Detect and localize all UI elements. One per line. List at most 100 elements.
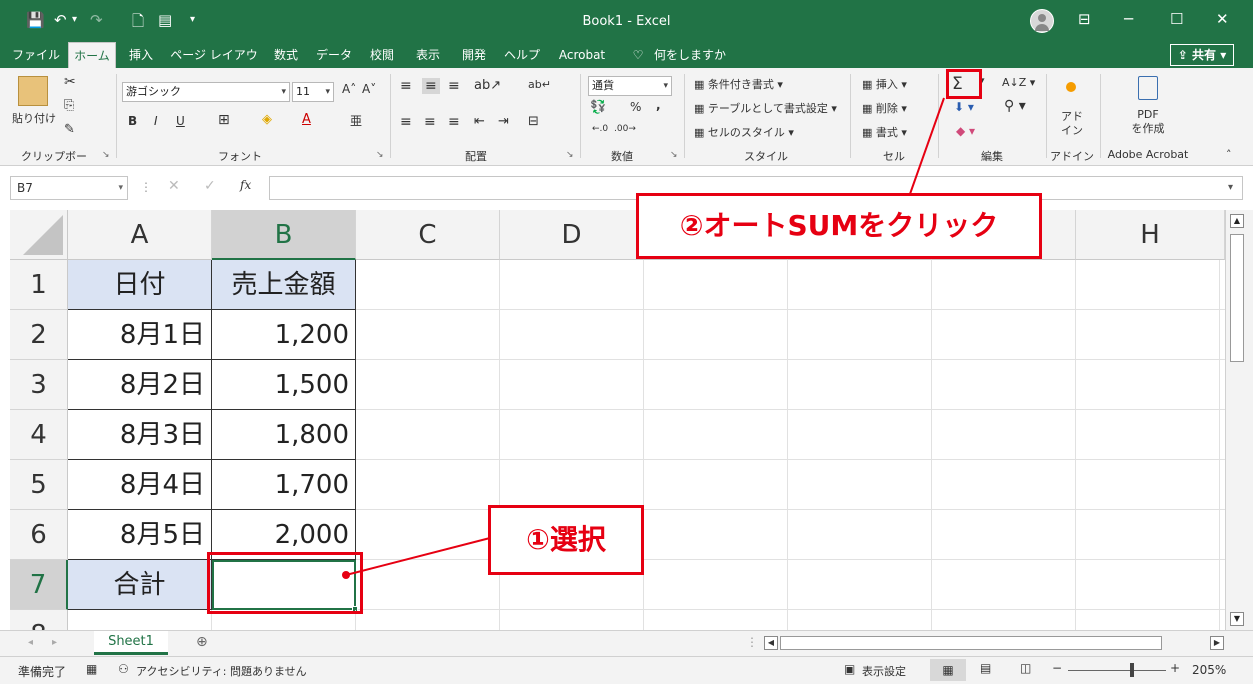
normal-view-icon[interactable]: ▦	[930, 659, 966, 681]
zoom-slider-thumb[interactable]	[1130, 663, 1134, 677]
paste-button[interactable]: 貼り付け	[12, 110, 56, 126]
tab-page-layout[interactable]: ページ レイアウト	[168, 42, 260, 88]
format-cells-button[interactable]: ▦ 書式 ▾	[862, 124, 907, 140]
tab-file[interactable]: ファイル	[10, 42, 62, 68]
paste-icon[interactable]	[18, 76, 48, 106]
cell-b1[interactable]: 売上金額	[212, 260, 356, 310]
insert-cells-button[interactable]: ▦ 挿入 ▾	[862, 76, 907, 92]
zoom-in-icon[interactable]: +	[1170, 661, 1180, 675]
align-bottom-icon[interactable]: ≡	[448, 78, 460, 94]
empty-cells[interactable]	[356, 260, 1225, 630]
row-header-3[interactable]: 3	[10, 360, 68, 410]
format-painter-icon[interactable]: ✎	[64, 122, 75, 137]
tab-data[interactable]: データ	[312, 42, 356, 68]
align-center-icon[interactable]: ≡	[424, 114, 436, 130]
comma-button[interactable]: ,	[656, 98, 661, 112]
row-header-6[interactable]: 6	[10, 510, 68, 560]
collapse-ribbon-icon[interactable]: ˄	[1226, 148, 1232, 161]
horizontal-scroll-thumb[interactable]	[780, 636, 1162, 650]
increase-decimal-icon[interactable]: ←.0	[592, 124, 608, 134]
page-break-view-icon[interactable]: ◫	[1020, 661, 1031, 675]
align-middle-icon[interactable]: ≡	[422, 78, 440, 94]
vertical-scroll-thumb[interactable]	[1230, 234, 1244, 362]
accessibility-status[interactable]: アクセシビリティ: 問題ありません	[136, 663, 307, 679]
accessibility-icon[interactable]: ⚇	[118, 662, 129, 676]
clear-icon[interactable]: ◆ ▾	[956, 124, 975, 138]
vertical-scrollbar[interactable]: ▲ ▼	[1225, 210, 1253, 630]
column-header-c[interactable]: C	[356, 210, 500, 260]
zoom-slider[interactable]	[1068, 670, 1166, 671]
sheet-tab-sheet1[interactable]: Sheet1	[94, 631, 168, 655]
sort-filter-icon[interactable]: A↓Z ▾	[1002, 76, 1035, 89]
zoom-level[interactable]: 205%	[1192, 663, 1226, 677]
number-format-select[interactable]: 通貨 ▾	[588, 76, 672, 96]
new-sheet-icon[interactable]: ⊕	[196, 634, 208, 650]
cell-a6[interactable]: 8月5日	[68, 510, 212, 560]
phonetic-icon[interactable]: 亜	[350, 112, 362, 129]
next-sheet-icon[interactable]: ▸	[52, 637, 57, 648]
ribbon-display-icon[interactable]: ⊟	[1078, 10, 1091, 28]
row-header-5[interactable]: 5	[10, 460, 68, 510]
cell-b4[interactable]: 1,800	[212, 410, 356, 460]
macro-record-icon[interactable]: ▦	[86, 662, 97, 676]
addins-button[interactable]: アド イン	[1058, 110, 1086, 138]
accounting-format-icon[interactable]: 💱	[590, 100, 606, 115]
font-size-select[interactable]: 11 ▾	[292, 82, 334, 102]
underline-button[interactable]: U	[176, 114, 185, 128]
tab-home[interactable]: ホーム	[68, 42, 116, 68]
select-all-corner[interactable]	[10, 210, 68, 260]
row-header-1[interactable]: 1	[10, 260, 68, 310]
cut-icon[interactable]: ✂	[64, 74, 76, 90]
font-launcher-icon[interactable]: ↘	[376, 150, 384, 160]
cell-a8[interactable]	[68, 610, 212, 630]
align-left-icon[interactable]: ≡	[400, 114, 412, 130]
cell-a3[interactable]: 8月2日	[68, 360, 212, 410]
find-select-icon[interactable]: ⚲ ▾	[1004, 98, 1026, 114]
tab-developer[interactable]: 開発	[454, 42, 494, 68]
tab-help[interactable]: ヘルプ	[500, 42, 544, 68]
cell-b5[interactable]: 1,700	[212, 460, 356, 510]
copy-icon[interactable]: ⎘	[64, 98, 74, 113]
font-color-icon[interactable]: A	[302, 112, 311, 127]
orientation-icon[interactable]: ab↗	[474, 78, 501, 93]
fill-color-icon[interactable]: ◈	[262, 112, 272, 127]
italic-button[interactable]: I	[154, 114, 158, 128]
number-launcher-icon[interactable]: ↘	[670, 150, 678, 160]
column-header-a[interactable]: A	[68, 210, 212, 260]
clipboard-launcher-icon[interactable]: ↘	[102, 150, 110, 160]
fill-icon[interactable]: ⬇ ▾	[954, 100, 974, 114]
tell-me-search[interactable]: 何をしますか	[652, 42, 728, 68]
page-layout-view-icon[interactable]: ▤	[980, 661, 991, 675]
tab-insert[interactable]: 挿入	[122, 42, 160, 68]
create-pdf-icon[interactable]	[1138, 76, 1158, 100]
grow-font-icon[interactable]: A˄	[342, 82, 356, 96]
scroll-down-icon[interactable]: ▼	[1230, 612, 1244, 626]
tab-acrobat[interactable]: Acrobat	[552, 42, 612, 68]
increase-indent-icon[interactable]: ⇥	[498, 114, 509, 129]
align-top-icon[interactable]: ≡	[400, 78, 412, 94]
cell-b2[interactable]: 1,200	[212, 310, 356, 360]
conditional-format-button[interactable]: ▦ 条件付き書式 ▾	[694, 76, 783, 92]
decrease-decimal-icon[interactable]: .00→	[614, 124, 636, 134]
split-handle-icon[interactable]: ⋮	[746, 635, 758, 649]
expand-formula-icon[interactable]: ▾	[1228, 182, 1233, 193]
name-box[interactable]: B7 ▾	[10, 176, 128, 200]
delete-cells-button[interactable]: ▦ 削除 ▾	[862, 100, 907, 116]
row-header-4[interactable]: 4	[10, 410, 68, 460]
cell-a5[interactable]: 8月4日	[68, 460, 212, 510]
maximize-icon[interactable]: ☐	[1170, 10, 1183, 28]
cell-a7[interactable]: 合計	[68, 560, 212, 610]
cell-a4[interactable]: 8月3日	[68, 410, 212, 460]
cell-a1[interactable]: 日付	[68, 260, 212, 310]
scroll-up-icon[interactable]: ▲	[1230, 214, 1244, 228]
alignment-launcher-icon[interactable]: ↘	[566, 150, 574, 160]
bold-button[interactable]: B	[128, 114, 137, 128]
cell-b3[interactable]: 1,500	[212, 360, 356, 410]
minimize-icon[interactable]: ─	[1124, 10, 1133, 28]
scroll-right-icon[interactable]: ▶	[1210, 636, 1224, 650]
row-header-8[interactable]: 8	[10, 610, 68, 630]
prev-sheet-icon[interactable]: ◂	[28, 637, 33, 648]
display-settings-button[interactable]: 表示設定	[862, 663, 906, 679]
format-as-table-button[interactable]: ▦ テーブルとして書式設定 ▾	[694, 100, 837, 116]
cancel-entry-icon[interactable]: ✕	[168, 178, 180, 194]
